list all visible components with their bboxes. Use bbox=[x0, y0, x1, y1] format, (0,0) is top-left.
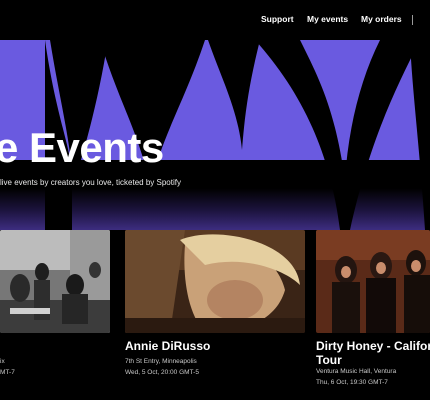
events-row: ix MT-7 Annie DiRusso 7th St Entry, Minn… bbox=[0, 230, 430, 400]
event-image bbox=[125, 230, 305, 333]
event-venue: ix bbox=[0, 358, 5, 365]
event-date: Thu, 6 Oct, 19:30 GMT-7 bbox=[316, 379, 388, 386]
event-image bbox=[0, 230, 110, 333]
event-date: Wed, 5 Oct, 20:00 GMT-5 bbox=[125, 369, 199, 376]
event-image bbox=[316, 230, 430, 333]
event-name: Annie DiRusso bbox=[125, 339, 211, 353]
hero-subtitle: live events by creators you love, ticket… bbox=[0, 178, 181, 187]
support-link[interactable]: Support bbox=[261, 14, 294, 24]
event-date: MT-7 bbox=[0, 369, 15, 376]
event-name-line1: Dirty Honey - California bbox=[316, 339, 430, 353]
my-events-link[interactable]: My events bbox=[307, 14, 348, 24]
event-venue: 7th St Entry, Minneapolis bbox=[125, 358, 197, 365]
nav-divider bbox=[412, 15, 413, 25]
event-name: Dirty Honey - California Tour bbox=[316, 339, 430, 367]
event-name-line2: Tour bbox=[316, 353, 342, 367]
my-orders-link[interactable]: My orders bbox=[361, 14, 402, 24]
event-venue: Ventura Music Hall, Ventura bbox=[316, 368, 397, 375]
hero-banner: e Events live events by creators you lov… bbox=[0, 40, 430, 230]
top-navigation: Support My events My orders bbox=[0, 0, 430, 40]
hero-title: e Events bbox=[0, 124, 164, 171]
